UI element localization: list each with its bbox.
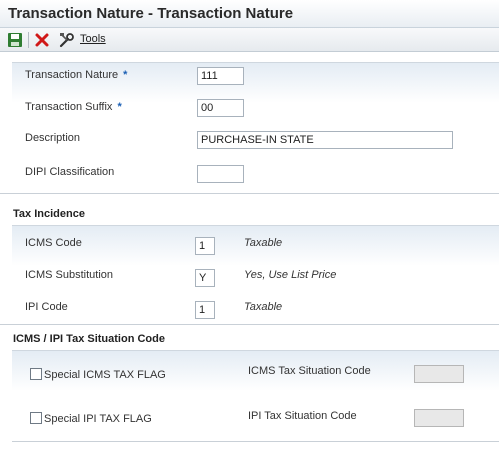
situation-code-panel bbox=[12, 350, 499, 441]
special-ipi-tax-flag-checkbox[interactable] bbox=[30, 412, 42, 424]
close-icon[interactable] bbox=[33, 31, 51, 49]
toolbar-separator bbox=[28, 32, 29, 48]
save-icon[interactable] bbox=[6, 31, 24, 49]
page-title: Transaction Nature - Transaction Nature bbox=[8, 5, 294, 22]
tools-icon[interactable] bbox=[58, 31, 76, 49]
description-field[interactable] bbox=[197, 131, 453, 149]
icms-code-label: ICMS Code bbox=[25, 237, 82, 249]
icms-tax-situation-label: ICMS Tax Situation Code bbox=[248, 365, 371, 377]
section-divider bbox=[0, 193, 499, 194]
required-marker: * bbox=[117, 101, 122, 113]
dipi-classification-field[interactable] bbox=[197, 165, 244, 183]
icms-substitution-label: ICMS Substitution bbox=[25, 269, 114, 281]
ipi-code-field[interactable] bbox=[195, 301, 215, 319]
icms-tax-situation-field[interactable] bbox=[414, 365, 464, 383]
ipi-tax-situation-field[interactable] bbox=[414, 409, 464, 427]
situation-code-title: ICMS / IPI Tax Situation Code bbox=[13, 333, 165, 345]
icms-substitution-field[interactable] bbox=[195, 269, 215, 287]
required-marker: * bbox=[123, 69, 128, 81]
tools-menu[interactable]: Tools bbox=[80, 33, 106, 45]
transaction-nature-field[interactable] bbox=[197, 67, 244, 85]
tax-incidence-title: Tax Incidence bbox=[13, 208, 85, 220]
toolbar: Tools bbox=[0, 28, 499, 52]
description-label: Description bbox=[25, 132, 81, 144]
section-divider bbox=[12, 441, 499, 442]
transaction-suffix-label: Transaction Suffix * bbox=[25, 101, 122, 113]
tools-menu-label: Tools bbox=[80, 33, 106, 45]
special-icms-tax-flag-checkbox[interactable] bbox=[30, 368, 42, 380]
special-icms-tax-flag-label: Special ICMS TAX FLAG bbox=[44, 369, 166, 381]
icms-code-field[interactable] bbox=[195, 237, 215, 255]
section-divider bbox=[0, 324, 499, 325]
ipi-code-description: Taxable bbox=[244, 301, 283, 313]
transaction-nature-label: Transaction Nature * bbox=[25, 69, 128, 81]
special-ipi-tax-flag-label: Special IPI TAX FLAG bbox=[44, 413, 152, 425]
title-bar: Transaction Nature - Transaction Nature bbox=[0, 0, 499, 28]
ipi-tax-situation-label: IPI Tax Situation Code bbox=[248, 410, 357, 422]
icms-code-description: Taxable bbox=[244, 237, 283, 249]
ipi-code-label: IPI Code bbox=[25, 301, 68, 313]
icms-substitution-description: Yes, Use List Price bbox=[244, 269, 337, 281]
transaction-suffix-field[interactable] bbox=[197, 99, 244, 117]
dipi-classification-label: DIPI Classification bbox=[25, 166, 115, 178]
